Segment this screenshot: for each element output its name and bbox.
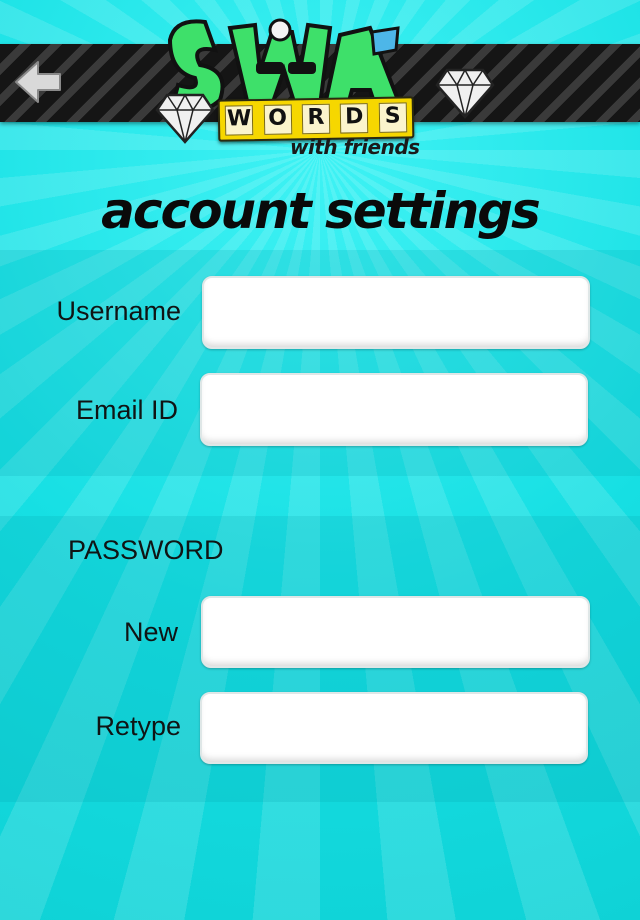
email-label: Email ID <box>75 395 178 425</box>
username-input[interactable] <box>202 276 590 349</box>
diamond-left-icon <box>155 93 215 144</box>
logo-subtitle: with friends <box>290 135 420 159</box>
letter-tile: R <box>301 103 331 135</box>
diamond-right-icon <box>435 68 495 119</box>
username-label: Username <box>56 296 181 326</box>
email-input[interactable] <box>200 373 588 446</box>
new-password-label: New <box>123 617 178 647</box>
new-password-input[interactable] <box>201 596 590 668</box>
back-arrow-icon <box>15 61 61 103</box>
letter-tile: W <box>224 105 254 136</box>
back-button[interactable] <box>14 56 64 108</box>
password-heading: PASSWORD <box>68 535 224 565</box>
swag-words-logo: W O R D S with friends <box>150 0 500 165</box>
letter-tile: D <box>340 103 369 134</box>
letter-tile: S <box>378 102 407 133</box>
retype-password-label: Retype <box>95 711 181 741</box>
page-title: account settings <box>101 182 541 240</box>
retype-password-input[interactable] <box>200 692 588 764</box>
letter-tile: O <box>263 104 292 135</box>
